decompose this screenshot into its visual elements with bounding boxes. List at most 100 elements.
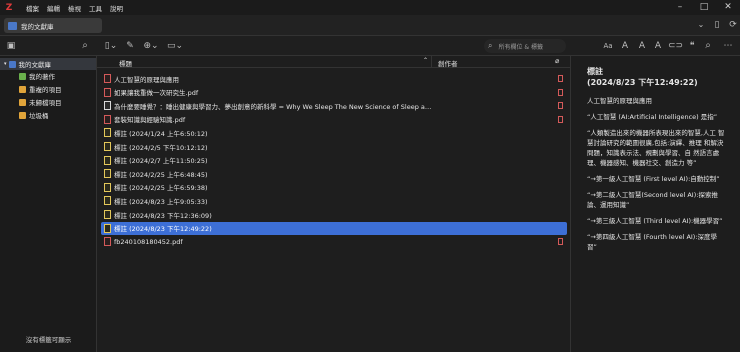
table-row[interactable]: 標註 (2024/8/23 上午9:05:33) xyxy=(101,194,567,207)
zotero-logo: Z xyxy=(5,2,13,13)
chevron-down-icon[interactable]: ⌄ xyxy=(694,18,708,32)
chevron-down-icon: ▾ xyxy=(4,61,7,67)
font-size-icon[interactable]: Aa xyxy=(602,39,614,53)
duplicates-icon xyxy=(19,85,26,93)
table-row[interactable]: 如果讓我重做一次研究生.pdf xyxy=(101,86,567,99)
menu-help[interactable]: 說明 xyxy=(110,3,123,13)
row-title: 為什麼要睡覺？：睡出健康與學習力、夢出創意的新科學 = Why We Sleep… xyxy=(114,102,434,111)
tag-selector-empty: 沒有標籤可顯示 xyxy=(25,336,72,344)
pdf-attachment-icon[interactable] xyxy=(558,88,563,96)
sidebar-item-trash[interactable]: 垃圾桶 xyxy=(19,109,49,121)
sidebar-item-label: 重複的項目 xyxy=(29,86,62,94)
column-title[interactable]: 標題 xyxy=(119,58,132,68)
table-row[interactable]: fb240108180452.pdf xyxy=(101,235,567,248)
row-title: 標註 (2024/2/7 上午11:50:25) xyxy=(114,157,208,166)
table-row[interactable]: 標註 (2024/8/23 下午12:36:09) xyxy=(101,208,567,221)
note-icon xyxy=(104,210,111,219)
note-paragraph: “→第二級人工智慧(Second level AI):探索推論、運用知識” xyxy=(587,191,718,209)
note-icon xyxy=(104,142,111,151)
maximize-icon[interactable]: □ xyxy=(692,0,716,15)
link-icon[interactable]: ⊂⊃ xyxy=(668,39,683,53)
row-title: 人工智慧的原理與應用 xyxy=(114,75,179,84)
sidebar-item-duplicates[interactable]: 重複的項目 xyxy=(19,83,62,95)
toolbar: ▣ ⌕ ▯⌄ ✎ ⊕⌄ ▭⌄ ⌕ 所有欄位 & 標籤 Aa A A A ⊂⊃ ❝… xyxy=(0,36,740,56)
note-paragraph: “→第四級人工智慧 (Fourth level AI):深度學習” xyxy=(587,233,718,251)
unfiled-icon xyxy=(19,98,26,106)
minimize-icon[interactable]: – xyxy=(668,0,692,15)
new-note-icon[interactable]: ▭⌄ xyxy=(166,39,184,53)
note-editor[interactable]: 標註 (2024/8/23 下午12:49:22) 人工智慧的原理與應用 “人工智… xyxy=(571,56,740,352)
note-icon xyxy=(104,128,111,138)
close-icon[interactable]: ✕ xyxy=(716,0,740,15)
menu-file[interactable]: 檔案 xyxy=(26,3,39,13)
search-placeholder: 所有欄位 & 標籤 xyxy=(498,43,543,51)
column-creator[interactable]: 創作者 xyxy=(438,58,458,68)
row-title: fb240108180452.pdf xyxy=(114,237,183,246)
pdf-attachment-icon[interactable] xyxy=(558,115,563,123)
menu-tools[interactable]: 工具 xyxy=(89,3,102,13)
note-paragraph: 人工智慧的原理與應用 xyxy=(587,97,652,105)
highlight-icon[interactable]: A xyxy=(636,39,648,53)
magic-wand-icon[interactable]: ✎ xyxy=(123,39,137,53)
table-row[interactable]: 人工智慧的原理與應用 xyxy=(101,72,567,85)
new-collection-icon[interactable]: ▣ xyxy=(4,39,18,53)
row-title: 套裝知識與經驗知識.pdf xyxy=(114,116,186,125)
find-icon[interactable]: ⌕ xyxy=(702,39,714,53)
sidebar-item-label: 未歸檔項目 xyxy=(29,99,62,107)
note-paragraph: “→第三級人工智慧 (Third level AI):機器學習” xyxy=(587,217,723,225)
row-title: 標註 (2024/2/25 上午6:59:38) xyxy=(114,184,208,193)
pdf-icon xyxy=(104,114,111,124)
table-row[interactable]: 為什麼要睡覺？：睡出健康與學習力、夢出創意的新科學 = Why We Sleep… xyxy=(101,99,567,112)
note-icon xyxy=(104,223,111,233)
row-title: 標註 (2024/8/23 下午12:49:22) xyxy=(114,225,212,234)
search-icon[interactable]: ⌕ xyxy=(78,39,92,53)
pdf-attachment-icon[interactable] xyxy=(558,238,563,246)
column-header: 標題 ⌃ 創作者 ⌀ xyxy=(97,56,571,68)
sidebar-item-my-library[interactable]: ▾ 我的文獻庫 xyxy=(0,58,96,70)
note-icon xyxy=(104,196,111,206)
items-list: 標題 ⌃ 創作者 ⌀ 人工智慧的原理與應用如果讓我重做一次研究生.pdf 為什麼要… xyxy=(97,56,571,352)
sync-icon[interactable]: ⟳ xyxy=(728,18,738,32)
pdf-attachment-icon[interactable] xyxy=(558,102,563,110)
sidebar-item-label: 我的著作 xyxy=(29,73,55,81)
menu-view[interactable]: 檢視 xyxy=(68,3,81,13)
sort-ascending-icon[interactable]: ⌃ xyxy=(423,57,428,64)
note-icon xyxy=(104,155,111,165)
row-title: 標註 (2024/2/5 下午10:12:12) xyxy=(114,143,208,152)
attachment-column-icon[interactable]: ⌀ xyxy=(555,57,559,65)
table-row[interactable]: 標註 (2024/8/23 下午12:49:22) xyxy=(101,221,567,235)
search-icon: ⌕ xyxy=(488,41,493,50)
sidebar-item-unfiled[interactable]: 未歸檔項目 xyxy=(19,96,62,108)
table-row[interactable]: 標註 (2024/1/24 上午6:50:12) xyxy=(101,126,567,139)
new-item-icon[interactable]: ▯⌄ xyxy=(102,39,120,53)
sidebar-item-label: 垃圾桶 xyxy=(29,112,49,120)
text-color-icon[interactable]: A xyxy=(619,39,631,53)
row-title: 標註 (2024/1/24 上午6:50:12) xyxy=(114,129,208,138)
menu-bar: Z 檔案 編輯 檢視 工具 說明 – □ ✕ xyxy=(0,0,740,15)
collection-tree: ▾ 我的文獻庫 我的著作 重複的項目 未歸檔項目 垃圾桶 沒有標籤可顯示 xyxy=(0,56,97,352)
more-icon[interactable]: ⋯ xyxy=(722,39,734,53)
tab-my-library[interactable]: 我的文獻庫 xyxy=(4,18,102,33)
sidebar-item-my-publications[interactable]: 我的著作 xyxy=(19,70,55,82)
citation-icon[interactable]: ❝ xyxy=(686,39,698,53)
table-row[interactable]: 標註 (2024/2/5 下午10:12:12) xyxy=(101,140,567,153)
note-heading: 標註 (2024/8/23 下午12:49:22) xyxy=(587,66,726,88)
table-row[interactable]: 套裝知識與經驗知識.pdf xyxy=(101,113,567,126)
note-heading-line2: (2024/8/23 下午12:49:22) xyxy=(587,78,698,87)
menu-edit[interactable]: 編輯 xyxy=(47,3,60,13)
table-row[interactable]: 標註 (2024/2/25 上午6:48:45) xyxy=(101,167,567,180)
add-attachment-icon[interactable]: ⊕⌄ xyxy=(142,39,160,53)
search-input[interactable]: ⌕ 所有欄位 & 標籤 xyxy=(484,39,566,53)
pdf-attachment-icon[interactable] xyxy=(558,75,563,82)
clear-format-icon[interactable]: A xyxy=(652,39,664,53)
new-document-icon[interactable]: ▯ xyxy=(712,18,722,32)
table-row[interactable]: 標註 (2024/2/25 上午6:59:38) xyxy=(101,181,567,194)
row-title: 標註 (2024/8/23 上午9:05:33) xyxy=(114,197,208,206)
note-heading-line1: 標註 xyxy=(587,67,603,76)
table-row[interactable]: 標註 (2024/2/7 上午11:50:25) xyxy=(101,154,567,167)
row-title: 如果讓我重做一次研究生.pdf xyxy=(114,89,199,98)
pdf-icon xyxy=(104,87,111,97)
note-paragraph: “→第一級人工智慧 (First level AI):自動控制” xyxy=(587,175,720,183)
my-publications-icon xyxy=(19,72,26,80)
row-title: 標註 (2024/8/23 下午12:36:09) xyxy=(114,211,212,220)
